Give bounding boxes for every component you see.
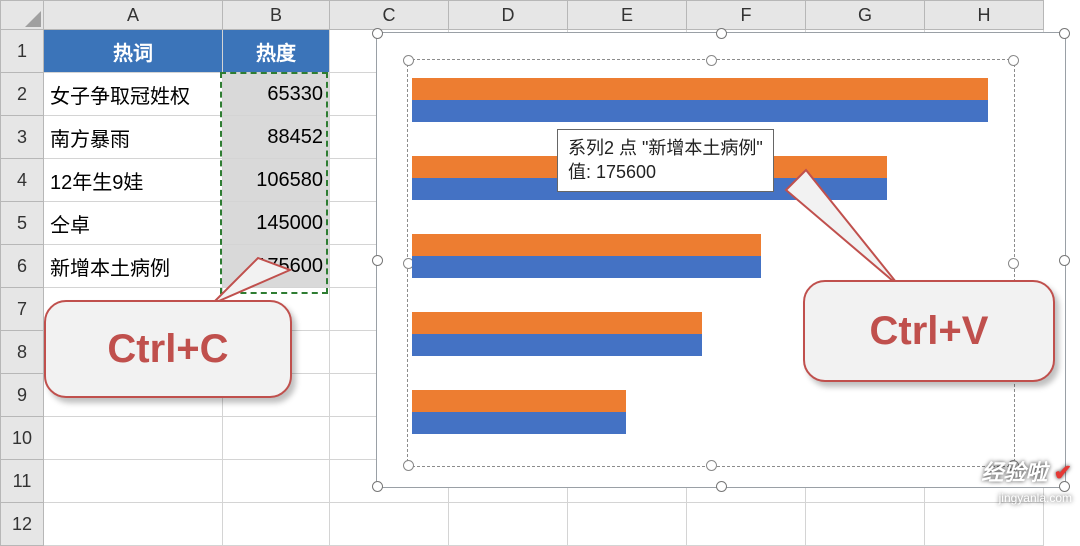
chart-object[interactable]: 系列2 点 "新增本土病例" 值: 175600 — [376, 32, 1066, 488]
row-head-5[interactable]: 5 — [1, 202, 44, 245]
row-head-12[interactable]: 12 — [1, 503, 44, 546]
cell[interactable] — [449, 503, 568, 546]
cell[interactable] — [568, 503, 687, 546]
cell-a4[interactable]: 12年生9娃 — [44, 159, 223, 202]
cell[interactable] — [223, 417, 330, 460]
cell[interactable] — [44, 417, 223, 460]
bar-series1[interactable] — [412, 256, 761, 278]
cell[interactable] — [925, 503, 1044, 546]
cell-a3[interactable]: 南方暴雨 — [44, 116, 223, 159]
bar-series1[interactable] — [412, 100, 988, 122]
row-head-10[interactable]: 10 — [1, 417, 44, 460]
row-head-8[interactable]: 8 — [1, 331, 44, 374]
row-head-2[interactable]: 2 — [1, 73, 44, 116]
col-head-h[interactable]: H — [925, 1, 1044, 30]
cell[interactable] — [223, 460, 330, 503]
bar-series1[interactable] — [412, 334, 702, 356]
cell[interactable] — [806, 503, 925, 546]
callout-ctrl-v: Ctrl+V — [803, 280, 1055, 382]
row-head-1[interactable]: 1 — [1, 30, 44, 73]
col-head-b[interactable]: B — [223, 1, 330, 30]
bar-series2[interactable] — [412, 312, 702, 334]
resize-handle[interactable] — [706, 55, 717, 66]
bar-group[interactable] — [412, 384, 1010, 448]
cell-a5[interactable]: 仝卓 — [44, 202, 223, 245]
resize-handle[interactable] — [372, 28, 383, 39]
row-head-11[interactable]: 11 — [1, 460, 44, 503]
cell[interactable] — [44, 460, 223, 503]
col-head-e[interactable]: E — [568, 1, 687, 30]
tooltip-line2: 值: 175600 — [568, 162, 656, 182]
header-a1[interactable]: 热词 — [44, 30, 223, 73]
chart-tooltip: 系列2 点 "新增本土病例" 值: 175600 — [557, 129, 774, 192]
resize-handle[interactable] — [403, 460, 414, 471]
header-b1[interactable]: 热度 — [223, 30, 330, 73]
select-all-corner[interactable] — [1, 1, 44, 30]
row-head-7[interactable]: 7 — [1, 288, 44, 331]
col-head-d[interactable]: D — [449, 1, 568, 30]
watermark-brand: 经验啦 — [981, 460, 1047, 485]
resize-handle[interactable] — [1059, 255, 1070, 266]
cell-b6[interactable]: 175600 — [223, 245, 330, 288]
resize-handle[interactable] — [1059, 28, 1070, 39]
cell-a2[interactable]: 女子争取冠姓权 — [44, 73, 223, 116]
resize-handle[interactable] — [716, 28, 727, 39]
cell[interactable] — [330, 503, 449, 546]
check-icon: ✔ — [1054, 460, 1072, 485]
bar-series1[interactable] — [412, 412, 626, 434]
resize-handle[interactable] — [1008, 55, 1019, 66]
col-head-g[interactable]: G — [806, 1, 925, 30]
col-head-c[interactable]: C — [330, 1, 449, 30]
row-head-4[interactable]: 4 — [1, 159, 44, 202]
resize-handle[interactable] — [403, 55, 414, 66]
cell-b3[interactable]: 88452 — [223, 116, 330, 159]
resize-handle[interactable] — [372, 481, 383, 492]
resize-handle[interactable] — [716, 481, 727, 492]
tooltip-line1: 系列2 点 "新增本土病例" — [568, 138, 763, 158]
bar-series2[interactable] — [412, 234, 761, 256]
cell-b5[interactable]: 145000 — [223, 202, 330, 245]
resize-handle[interactable] — [706, 460, 717, 471]
resize-handle[interactable] — [372, 255, 383, 266]
row-head-6[interactable]: 6 — [1, 245, 44, 288]
cell-a6[interactable]: 新增本土病例 — [44, 245, 223, 288]
row-head-3[interactable]: 3 — [1, 116, 44, 159]
bar-series2[interactable] — [412, 78, 988, 100]
cell-b2[interactable]: 65330 — [223, 73, 330, 116]
chart-plot-area[interactable] — [407, 59, 1015, 467]
callout-ctrl-c: Ctrl+C — [44, 300, 292, 398]
cell[interactable] — [223, 503, 330, 546]
row-head-9[interactable]: 9 — [1, 374, 44, 417]
cell-b4[interactable]: 106580 — [223, 159, 330, 202]
bar-group[interactable] — [412, 72, 1010, 136]
watermark: 经验啦 ✔ jingyanla.com — [981, 462, 1072, 506]
col-head-a[interactable]: A — [44, 1, 223, 30]
col-head-f[interactable]: F — [687, 1, 806, 30]
cell[interactable] — [44, 503, 223, 546]
watermark-url: jingyanla.com — [999, 491, 1072, 505]
bar-series2[interactable] — [412, 390, 626, 412]
cell[interactable] — [687, 503, 806, 546]
